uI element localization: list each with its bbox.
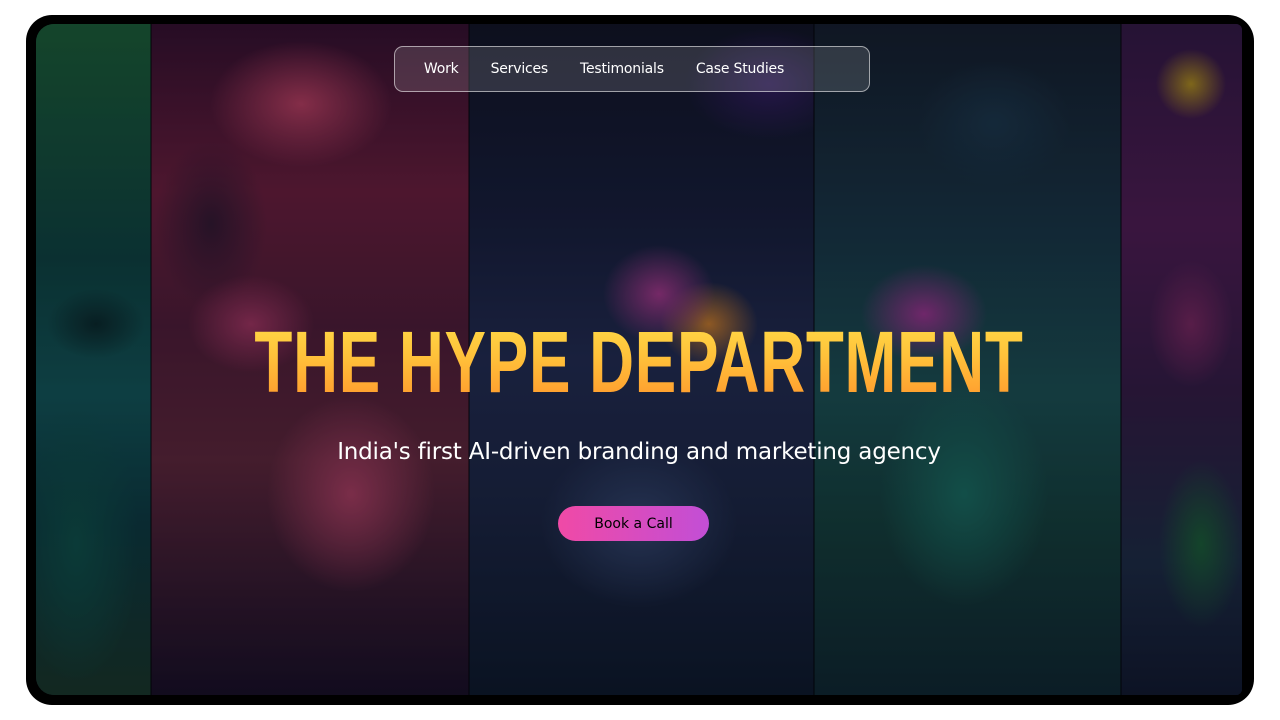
nav-link-services[interactable]: Services [491, 61, 549, 77]
nav-link-work[interactable]: Work [424, 61, 459, 77]
top-nav: Work Services Testimonials Case Studies [394, 46, 870, 92]
hero-tagline: India's first AI-driven branding and mar… [337, 439, 941, 465]
nav-link-case-studies[interactable]: Case Studies [696, 61, 784, 77]
hero-headline: THE HYPE DEPARTMENT [193, 310, 1085, 414]
browser-frame: Work Services Testimonials Case Studies … [26, 15, 1254, 705]
hero-section: Work Services Testimonials Case Studies … [36, 24, 1242, 695]
book-a-call-button[interactable]: Book a Call [558, 506, 709, 541]
nav-link-testimonials[interactable]: Testimonials [580, 61, 664, 77]
